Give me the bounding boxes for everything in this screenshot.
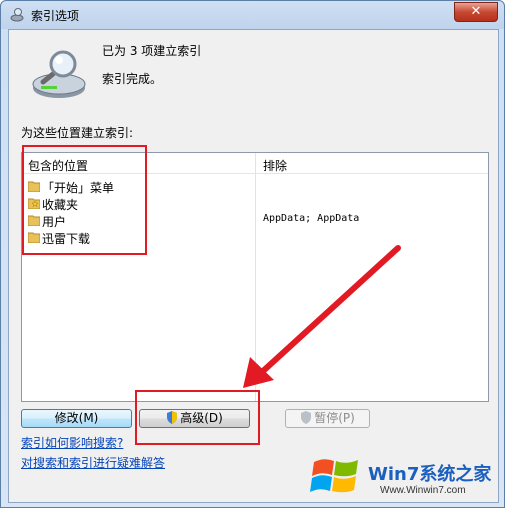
site-watermark: Win7系统之家 Www.Winwin7.com	[310, 452, 500, 502]
watermark-url: Www.Winwin7.com	[380, 485, 466, 496]
annotation-arrow	[243, 245, 401, 388]
windows-logo-icon	[310, 459, 358, 493]
watermark-text: Win7系统之家	[368, 464, 492, 485]
